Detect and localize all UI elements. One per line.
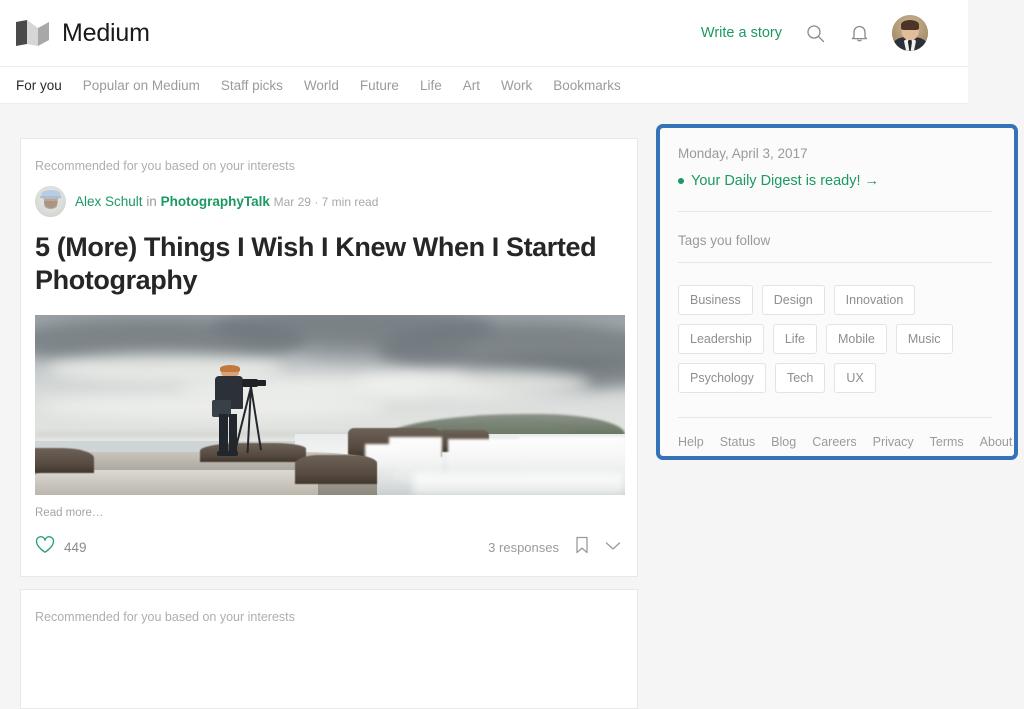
recommendation-label: Recommended for you based on your intere… xyxy=(21,590,637,624)
bell-icon[interactable] xyxy=(848,22,870,44)
author-avatar[interactable] xyxy=(35,186,66,217)
sidebar: Monday, April 3, 2017 Your Daily Digest … xyxy=(660,128,1014,456)
nav-item-world[interactable]: World xyxy=(304,78,339,93)
nav-item-art[interactable]: Art xyxy=(463,78,480,93)
footer-link-status[interactable]: Status xyxy=(720,435,755,449)
footer-link-privacy[interactable]: Privacy xyxy=(873,435,914,449)
footer-link-help[interactable]: Help xyxy=(678,435,704,449)
tag-leadership[interactable]: Leadership xyxy=(678,324,764,354)
publish-date: Mar 29 xyxy=(274,195,311,209)
tag-music[interactable]: Music xyxy=(896,324,953,354)
tag-ux[interactable]: UX xyxy=(834,363,875,393)
byline-primary: Alex Schult in PhotographyTalk xyxy=(75,194,274,209)
nav-item-for-you[interactable]: For you xyxy=(16,78,62,93)
nav-item-list: For you Popular on Medium Staff picks Wo… xyxy=(16,78,621,93)
header-actions: Write a story xyxy=(701,15,928,51)
tag-business[interactable]: Business xyxy=(678,285,753,315)
heart-icon[interactable] xyxy=(35,536,55,559)
sidebar-divider-bottom xyxy=(678,417,992,418)
footer-link-terms[interactable]: Terms xyxy=(930,435,964,449)
nav-item-work[interactable]: Work xyxy=(501,78,532,93)
brand-name: Medium xyxy=(62,19,150,48)
search-icon[interactable] xyxy=(804,22,826,44)
publication-name[interactable]: PhotographyTalk xyxy=(161,194,270,209)
daily-digest-label: Your Daily Digest is ready! → xyxy=(691,173,879,189)
tag-tech[interactable]: Tech xyxy=(775,363,825,393)
write-story-button[interactable]: Write a story xyxy=(701,25,782,41)
byline-in-word: in xyxy=(146,194,157,209)
heart-count: 449 xyxy=(64,540,87,555)
article-title[interactable]: 5 (More) Things I Wish I Knew When I Sta… xyxy=(21,217,637,297)
article-feed: Recommended for you based on your intere… xyxy=(0,104,652,620)
daily-digest-link[interactable]: Your Daily Digest is ready! → xyxy=(678,173,992,189)
user-avatar[interactable] xyxy=(892,15,928,51)
author-name[interactable]: Alex Schult xyxy=(75,194,143,209)
nav-item-life[interactable]: Life xyxy=(420,78,442,93)
responses-count[interactable]: 3 responses xyxy=(488,540,559,555)
nav-item-popular-on-medium[interactable]: Popular on Medium xyxy=(83,78,200,93)
nav-item-bookmarks[interactable]: Bookmarks xyxy=(553,78,621,93)
sidebar-divider-top xyxy=(678,211,992,212)
brand-logo[interactable]: Medium xyxy=(16,19,150,48)
sidebar-footer-links: Help Status Blog Careers Privacy Terms A… xyxy=(678,435,992,449)
tag-psychology[interactable]: Psychology xyxy=(678,363,766,393)
byline-text: Alex Schult in PhotographyTalk Mar 29 · … xyxy=(75,191,378,213)
green-dot-icon xyxy=(678,178,684,184)
tags-heading: Tags you follow xyxy=(678,233,992,248)
medium-logo-icon xyxy=(16,20,49,46)
tag-life[interactable]: Life xyxy=(773,324,817,354)
tag-mobile[interactable]: Mobile xyxy=(826,324,887,354)
footer-link-careers[interactable]: Careers xyxy=(812,435,856,449)
tag-list: Business Design Innovation Leadership Li… xyxy=(678,285,968,393)
sidebar-highlight-box: Monday, April 3, 2017 Your Daily Digest … xyxy=(656,124,1018,460)
read-more-label[interactable]: Read more… xyxy=(21,495,637,519)
tag-innovation[interactable]: Innovation xyxy=(834,285,916,315)
footer-actions: 3 responses xyxy=(488,536,621,559)
bookmark-icon[interactable] xyxy=(575,536,589,559)
site-header: Medium Write a story xyxy=(0,0,968,67)
article-byline: Alex Schult in PhotographyTalk Mar 29 · … xyxy=(21,173,637,217)
article-card-footer: 449 3 responses xyxy=(21,519,637,559)
article-card[interactable]: Recommended for you based on your intere… xyxy=(20,138,638,577)
footer-link-blog[interactable]: Blog xyxy=(771,435,796,449)
recommendation-label: Recommended for you based on your intere… xyxy=(21,139,637,173)
chevron-down-icon[interactable] xyxy=(605,538,621,556)
digest-date: Monday, April 3, 2017 xyxy=(678,146,992,161)
article-hero-image[interactable] xyxy=(35,315,625,495)
footer-link-about[interactable]: About xyxy=(980,435,1013,449)
recommend-group[interactable]: 449 xyxy=(35,536,87,559)
read-time: 7 min read xyxy=(322,195,379,209)
primary-nav: For you Popular on Medium Staff picks Wo… xyxy=(0,67,968,104)
byline-meta: Mar 29 · 7 min read xyxy=(274,195,379,209)
tag-design[interactable]: Design xyxy=(762,285,825,315)
nav-item-future[interactable]: Future xyxy=(360,78,399,93)
article-card-next[interactable]: Recommended for you based on your intere… xyxy=(20,589,638,709)
meta-separator: · xyxy=(314,195,318,209)
sidebar-divider-mid xyxy=(678,262,992,263)
nav-item-staff-picks[interactable]: Staff picks xyxy=(221,78,283,93)
